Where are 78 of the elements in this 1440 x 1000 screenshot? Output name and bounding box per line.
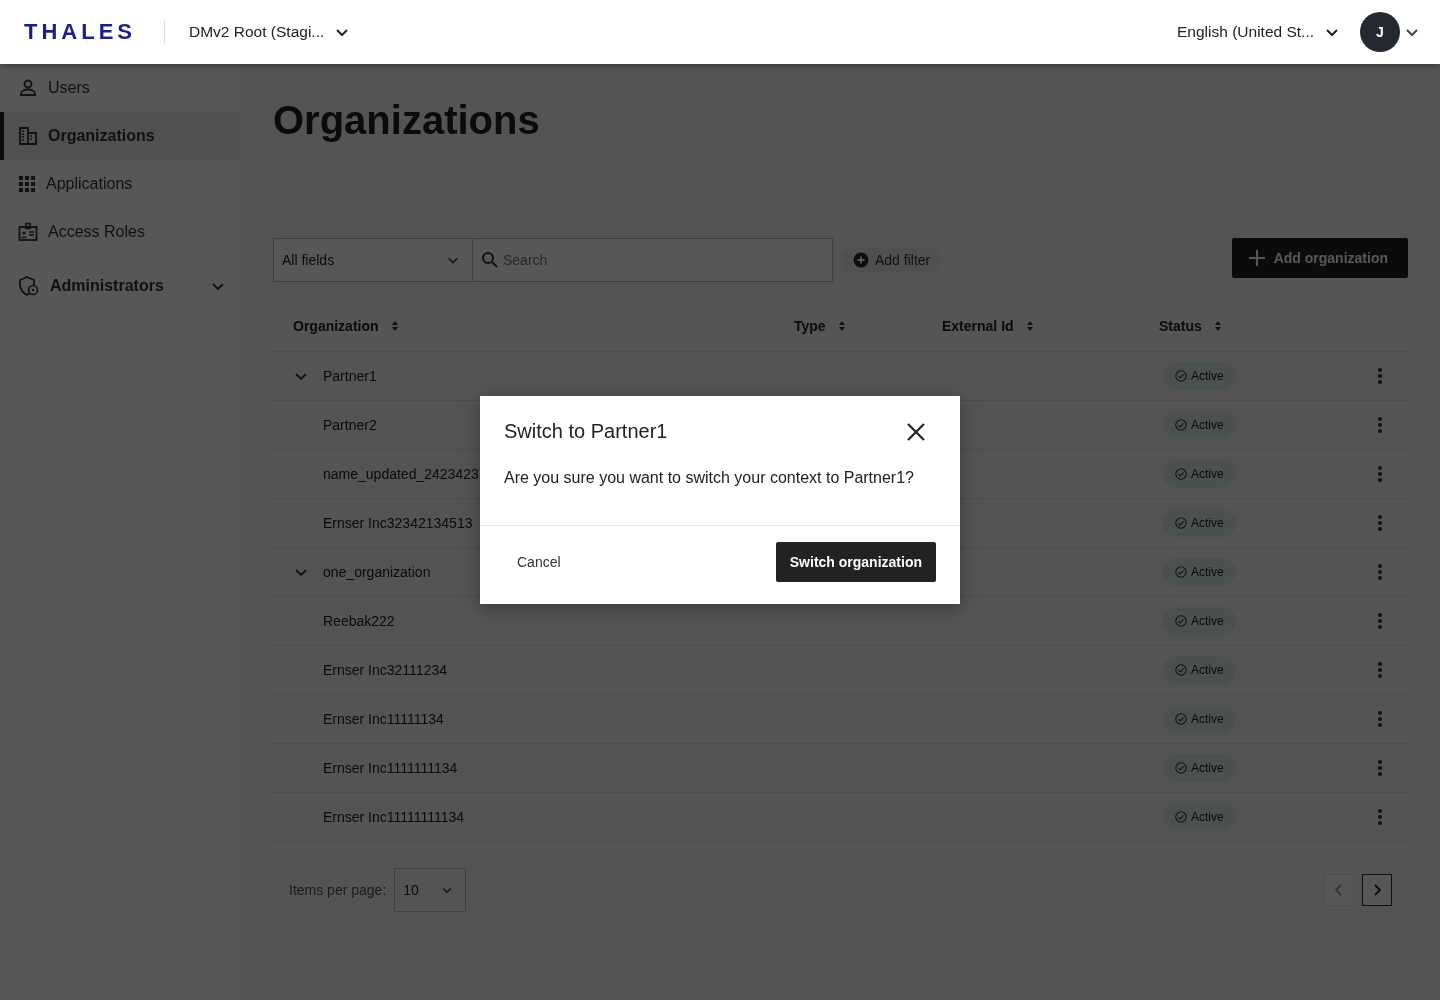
organization-name: name_updated_2423423 [323, 466, 479, 482]
status-badge: Active [1163, 509, 1236, 537]
dialog-message: Are you sure you want to switch your context to Partner1? [504, 469, 915, 488]
close-icon[interactable] [907, 422, 925, 441]
check-circle-icon [1175, 517, 1187, 529]
plus-icon [1247, 249, 1266, 267]
shield-icon [18, 275, 40, 297]
status-badge: Active [1163, 460, 1236, 488]
status-badge: Active [1163, 803, 1236, 831]
next-page-button[interactable] [1362, 874, 1392, 906]
organization-name: one_organization [323, 564, 431, 580]
check-circle-icon [1175, 713, 1187, 725]
more-icon[interactable] [1378, 417, 1382, 433]
organization-name: Ernser Inc11111134 [323, 711, 444, 727]
logo: THALES [24, 19, 136, 45]
organization-name: Partner2 [323, 417, 377, 433]
sidebar-item[interactable]: Applications [0, 160, 240, 208]
column-header[interactable]: Type [794, 318, 942, 334]
check-circle-icon [1175, 468, 1187, 480]
status-badge: Active [1163, 607, 1236, 635]
more-icon[interactable] [1378, 613, 1382, 629]
more-icon[interactable] [1378, 711, 1382, 727]
chevron-left-icon [1333, 884, 1345, 896]
add-filter-button[interactable]: Add filter [843, 247, 941, 273]
field-dropdown[interactable]: All fields [273, 238, 473, 282]
switch-organization-button[interactable]: Switch organization [775, 542, 936, 582]
add-organization-button[interactable]: Add organization [1231, 238, 1408, 278]
sort-icon [390, 320, 399, 332]
check-circle-icon [1175, 419, 1187, 431]
organization-name: Ernser Inc32342134513 [323, 515, 473, 531]
page-size-dropdown[interactable]: 10 [394, 868, 467, 912]
sort-icon [1213, 320, 1222, 332]
cancel-button[interactable]: Cancel [504, 544, 574, 580]
status-badge: Active [1163, 558, 1236, 586]
organization-name: Ernser Inc1111111134 [323, 760, 458, 776]
organization-name: Ernser Inc32111234 [323, 662, 447, 678]
check-circle-icon [1175, 811, 1187, 823]
sidebar-item[interactable]: Access Roles [0, 208, 240, 256]
plus-circle-icon [853, 252, 869, 268]
status-badge: Active [1163, 411, 1236, 439]
organization-name: Partner1 [323, 368, 377, 384]
status-badge: Active [1163, 754, 1236, 782]
check-circle-icon [1175, 762, 1187, 774]
more-icon[interactable] [1378, 760, 1382, 776]
check-circle-icon [1175, 566, 1187, 578]
check-circle-icon [1175, 370, 1187, 382]
dialog-title: Switch to Partner1 [504, 420, 668, 443]
sidebar-item[interactable]: Users [0, 64, 240, 112]
person-icon [18, 78, 38, 98]
more-icon[interactable] [1378, 564, 1382, 580]
check-circle-icon [1175, 664, 1187, 676]
grid-icon [18, 175, 36, 193]
language-selector[interactable]: English (United St... [1177, 23, 1340, 41]
sidebar-item[interactable]: Administrators [0, 262, 240, 310]
organization-name: Reebak222 [323, 613, 395, 629]
user-avatar[interactable]: J [1360, 12, 1400, 52]
column-header[interactable]: Organization [273, 318, 794, 334]
sort-icon [1025, 320, 1034, 332]
more-icon[interactable] [1378, 466, 1382, 482]
column-header[interactable]: Status [1159, 318, 1359, 334]
sort-icon [837, 320, 846, 332]
id-badge-icon [18, 222, 38, 242]
status-badge: Active [1163, 705, 1236, 733]
status-badge: Active [1163, 656, 1236, 684]
more-icon[interactable] [1378, 809, 1382, 825]
column-header[interactable]: External Id [942, 318, 1159, 334]
more-icon[interactable] [1378, 515, 1382, 531]
organization-name: Ernser Inc11111111134 [323, 809, 465, 825]
building-icon [18, 126, 38, 146]
page-title: Organizations [273, 98, 541, 144]
context-selector[interactable]: DMv2 Root (Stagi... [189, 23, 351, 41]
more-icon[interactable] [1378, 368, 1382, 384]
status-badge: Active [1163, 362, 1236, 390]
chevron-right-icon [1371, 884, 1383, 896]
sidebar-item[interactable]: Organizations [0, 112, 240, 160]
more-icon[interactable] [1378, 662, 1382, 678]
search-icon [481, 251, 499, 269]
check-circle-icon [1175, 615, 1187, 627]
